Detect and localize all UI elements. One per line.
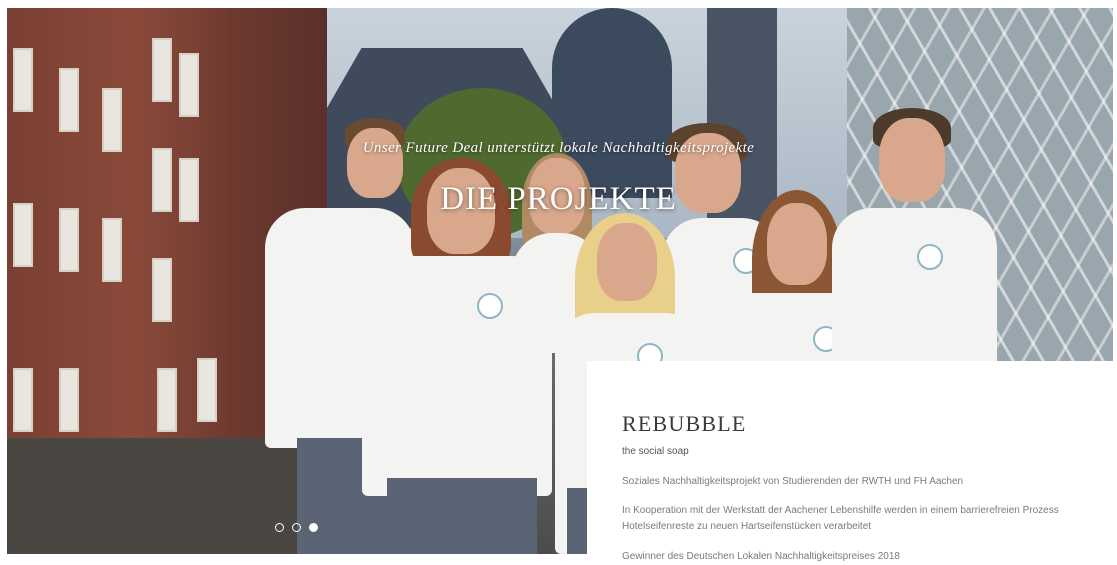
slider-dot-2[interactable]: [292, 523, 301, 532]
project-tagline: the social soap: [622, 446, 689, 457]
page: Unser Future Deal unterstützt lokale Nac…: [0, 0, 1117, 562]
street: [7, 438, 337, 554]
slider-dot-1[interactable]: [275, 523, 284, 532]
project-description: Soziales Nachhaltigkeitsprojekt von Stud…: [622, 476, 964, 487]
project-card: REBUBBLE the social soap Soziales Nachha…: [587, 361, 1117, 562]
slider-pagination: [275, 523, 318, 532]
project-cooperation: In Kooperation mit der Werkstatt der Aac…: [622, 505, 1059, 532]
project-award: Gewinner des Deutschen Lokalen Nachhalti…: [622, 551, 900, 562]
hero-subtitle: Unser Future Deal unterstützt lokale Nac…: [362, 140, 755, 156]
project-name: REBUBBLE: [622, 411, 747, 436]
hero-title: DIE PROJEKTE: [440, 181, 677, 217]
slider-dot-3[interactable]: [309, 523, 318, 532]
